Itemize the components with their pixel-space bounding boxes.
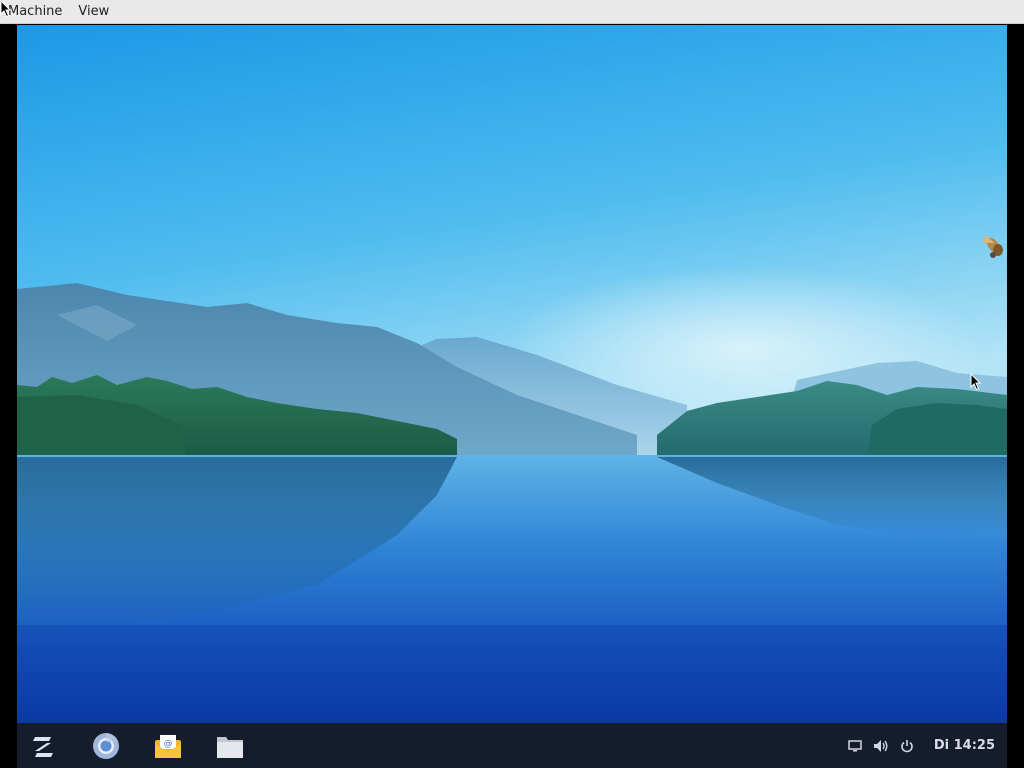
display-button[interactable] <box>842 723 868 768</box>
folder-icon <box>217 736 243 758</box>
volume-button[interactable] <box>868 723 894 768</box>
guest-desktop: @ Di 14:25 <box>17 25 1007 768</box>
web-browser-button[interactable] <box>82 723 130 768</box>
mail-icon: @ <box>155 734 181 758</box>
clock[interactable]: Di 14:25 <box>920 738 1007 753</box>
moth-icon[interactable] <box>979 229 1007 263</box>
chrome-icon <box>93 732 119 759</box>
svg-text:@: @ <box>164 739 173 749</box>
files-button[interactable] <box>206 723 254 768</box>
email-client-button[interactable]: @ <box>144 723 192 768</box>
desktop-wallpaper[interactable] <box>17 25 1007 723</box>
app-menu-button[interactable] <box>19 723 67 768</box>
mouse-pointer-icon <box>970 373 982 391</box>
system-tray: Di 14:25 <box>842 723 1007 768</box>
menu-view[interactable]: View <box>70 0 117 24</box>
volume-icon <box>873 739 888 752</box>
display-icon <box>848 739 862 751</box>
zorin-menu-icon <box>33 736 53 757</box>
host-menubar: Machine View <box>0 0 1024 24</box>
taskbar: @ Di 14:25 <box>17 723 1007 768</box>
mouse-pointer-icon <box>0 0 12 18</box>
power-button[interactable] <box>894 723 920 768</box>
power-icon <box>901 739 913 752</box>
